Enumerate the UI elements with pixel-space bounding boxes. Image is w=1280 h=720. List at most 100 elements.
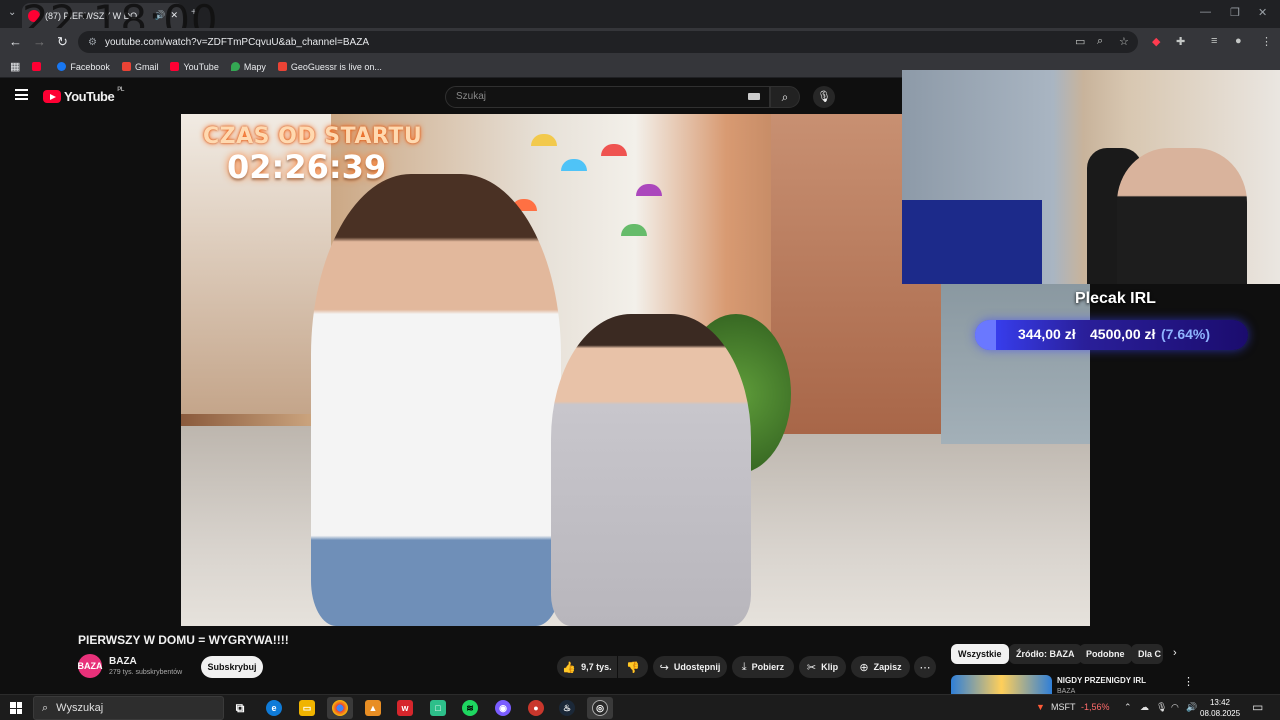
bookmark-facebook[interactable]: Facebook: [57, 62, 110, 72]
bookmark-label: YouTube: [183, 61, 219, 72]
bookmark-maps[interactable]: Mapy: [230, 61, 266, 72]
browser-tab[interactable]: (87) PIERWSZY W DO 🔊 ✕: [22, 3, 184, 28]
stock-change[interactable]: -1,56%: [1081, 702, 1110, 712]
onedrive-icon[interactable]: ☁: [1140, 702, 1149, 713]
bookmark-item[interactable]: [32, 62, 45, 71]
bookmark-geoguessr[interactable]: GeoGuessr is live on...: [277, 62, 382, 72]
notifications-icon[interactable]: ▭: [1252, 700, 1263, 714]
bookmark-gmail[interactable]: Gmail: [121, 61, 159, 72]
new-tab-icon[interactable]: +: [191, 7, 197, 18]
channel-name[interactable]: BAZA: [109, 656, 137, 667]
minimize-icon[interactable]: —: [1200, 6, 1211, 18]
forward-icon[interactable]: →: [33, 34, 46, 49]
gmail-icon: [121, 62, 131, 71]
share-button[interactable]: ↪ Udostępnij: [653, 656, 727, 678]
like-button[interactable]: 👍 9,7 tys.: [557, 656, 617, 678]
download-button[interactable]: ⤓ Pobierz: [732, 656, 794, 678]
recommended-thumbnail[interactable]: [951, 675, 1052, 695]
more-actions-button[interactable]: ⋯: [914, 656, 936, 678]
chip-related[interactable]: Podobne: [1079, 644, 1132, 664]
url-text[interactable]: youtube.com/watch?v=ZDFTmPCqvuU&ab_chann…: [105, 37, 369, 48]
download-icon: ⤓: [741, 660, 747, 673]
goal-percent: (7.64%): [1161, 326, 1211, 342]
bookmark-youtube[interactable]: YouTube: [170, 61, 219, 72]
tab-search-icon[interactable]: ⌄: [8, 7, 16, 18]
spotify-icon[interactable]: ≋: [462, 700, 478, 716]
wifi-icon[interactable]: ◠: [1171, 702, 1179, 713]
bookmark-label: Gmail: [134, 61, 159, 72]
recommended-more-icon[interactable]: ⋮: [1183, 675, 1194, 688]
volume-icon[interactable]: 🔊: [1186, 702, 1197, 713]
obs-icon[interactable]: ◎: [592, 700, 608, 716]
search-button[interactable]: ⌕: [770, 86, 800, 108]
browser-menu-icon[interactable]: ⋮: [1261, 35, 1272, 48]
bookmark-label: Mapy: [243, 61, 266, 72]
edge-icon[interactable]: e: [266, 700, 282, 716]
download-label: Pobierz: [751, 662, 785, 672]
hamburger-menu-icon[interactable]: [15, 89, 28, 100]
save-button[interactable]: ⊕ Zapisz: [851, 656, 910, 678]
close-window-icon[interactable]: ✕: [1258, 6, 1267, 19]
voice-search-button[interactable]: 🎙: [813, 86, 835, 108]
steam-icon[interactable]: ♨: [559, 700, 575, 716]
like-count: 9,7 tys.: [581, 662, 612, 672]
browser-tabbar: ⌄ (87) PIERWSZY W DO 🔊 ✕ + 22:18:00 — ❐ …: [0, 0, 1280, 45]
chrome-icon[interactable]: [332, 700, 348, 716]
bookmark-star-icon[interactable]: ☆: [1119, 35, 1129, 48]
thumbs-down-icon: 👎: [626, 661, 640, 674]
youtube-logo[interactable]: YouTube PL: [43, 87, 124, 104]
stock-trend-icon: ▼: [1036, 702, 1045, 712]
windows-start-icon[interactable]: [10, 702, 22, 714]
mic-tray-icon[interactable]: 🎙: [1156, 702, 1167, 713]
restore-icon[interactable]: ❐: [1230, 6, 1240, 19]
task-view-icon[interactable]: ⧉: [232, 700, 248, 716]
reading-list-icon[interactable]: ≡: [1211, 35, 1217, 47]
zoom-icon[interactable]: ⌕: [1097, 35, 1103, 48]
umbrella-decoration: [601, 144, 627, 156]
profile-icon[interactable]: ●: [1235, 35, 1242, 47]
address-bar[interactable]: ⚙ youtube.com/watch?v=ZDFTmPCqvuU&ab_cha…: [78, 31, 1138, 53]
app-icon-green[interactable]: □: [430, 700, 446, 716]
dislike-button[interactable]: 👎: [618, 656, 648, 678]
subscribe-button[interactable]: Subskrybuj: [201, 656, 263, 678]
logo-region: PL: [117, 87, 124, 93]
taskbar-clock[interactable]: 13:42 08.08.2025: [1200, 697, 1240, 719]
share-label: Udostępnij: [673, 662, 721, 672]
vlc-icon[interactable]: ▲: [365, 700, 381, 716]
tab-title: (87) PIERWSZY W DO: [45, 10, 138, 21]
chip-all[interactable]: Wszystkie: [951, 644, 1009, 664]
screen: ⌄ (87) PIERWSZY W DO 🔊 ✕ + 22:18:00 — ❐ …: [0, 0, 1280, 720]
chip-source[interactable]: Źródło: BAZA: [1009, 644, 1082, 664]
tray-overflow-icon[interactable]: ⌃: [1124, 702, 1132, 713]
umbrella-decoration: [531, 134, 557, 146]
taskbar-search[interactable]: ⌕ Wyszukaj: [33, 696, 224, 720]
cast-icon[interactable]: ▭: [1075, 35, 1085, 48]
audio-playing-icon[interactable]: 🔊: [154, 10, 165, 21]
clock-date: 08.08.2025: [1200, 709, 1241, 718]
chevron-right-icon[interactable]: ›: [1173, 647, 1177, 659]
extensions-puzzle-icon[interactable]: ✚: [1176, 35, 1185, 48]
keyboard-icon[interactable]: [748, 93, 760, 100]
back-icon[interactable]: ←: [9, 34, 22, 49]
discord-icon[interactable]: ◉: [495, 700, 511, 716]
chip-for-you[interactable]: Dla C: [1131, 644, 1163, 664]
tab-close-icon[interactable]: ✕: [170, 10, 178, 21]
file-explorer-icon[interactable]: ▭: [299, 700, 315, 716]
reload-icon[interactable]: ↻: [57, 34, 68, 50]
site-info-icon[interactable]: ⚙: [88, 37, 97, 48]
recommended-title[interactable]: NIGDY PRZENIGDY IRL: [1057, 676, 1146, 685]
stock-ticker[interactable]: MSFT: [1051, 702, 1076, 712]
youtube-play-icon: [43, 90, 61, 103]
apps-grid-icon[interactable]: ▦: [10, 60, 20, 73]
extension-icon[interactable]: ◆: [1152, 35, 1160, 48]
clip-button[interactable]: ✂ Klip: [799, 656, 846, 678]
webcam-flag: [902, 200, 1042, 284]
app-icon-record[interactable]: ●: [528, 700, 544, 716]
app-icon-red[interactable]: w: [397, 700, 413, 716]
more-icon: ⋯: [919, 661, 931, 674]
channel-subscribers: 279 tys. subskrybentów: [109, 669, 183, 676]
channel-avatar[interactable]: BAZA: [78, 654, 103, 678]
search-input[interactable]: Szukaj: [445, 86, 770, 108]
goal-title: Plecak IRL: [1075, 290, 1156, 307]
logo-text: YouTube: [64, 89, 115, 104]
